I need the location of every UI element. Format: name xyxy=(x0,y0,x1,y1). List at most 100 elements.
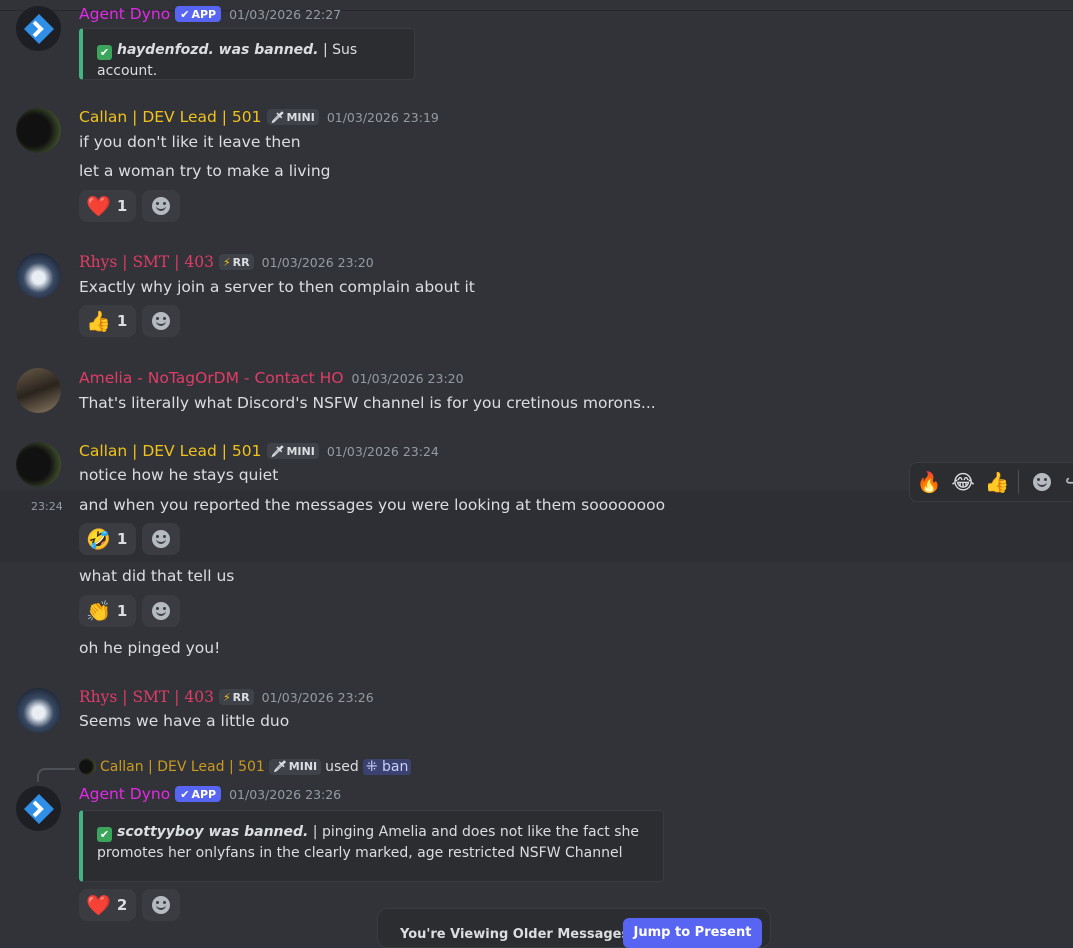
role-tag-label: MINI xyxy=(288,760,318,773)
ban-embed: ✔ haydenfozd. was banned. | Sus account. xyxy=(79,28,415,80)
reaction-count: 2 xyxy=(116,896,128,914)
thumbs-up-reaction-button[interactable]: 👍 xyxy=(984,470,1010,494)
avatar[interactable] xyxy=(16,368,61,413)
timestamp: 01/03/2026 23:20 xyxy=(351,370,464,386)
command-name: ban xyxy=(382,758,409,775)
reaction-clap[interactable]: 👏 1 xyxy=(79,595,137,627)
app-tag-label: APP xyxy=(191,7,217,21)
username[interactable]: Rhys | SMT | 403 xyxy=(79,688,214,706)
command-mention[interactable]: ⁜ ban xyxy=(362,758,412,775)
timestamp: 01/03/2026 23:26 xyxy=(261,689,374,705)
message-header: Rhys | SMT | 403 ⚡ RR 01/03/2026 23:20 xyxy=(79,253,374,271)
smile-icon xyxy=(152,602,170,620)
forward-icon[interactable]: ↪ xyxy=(1065,470,1073,494)
ban-embed: ✔ scottyyboy was banned. | pinging Amelia… xyxy=(79,810,664,882)
timestamp: 01/03/2026 23:19 xyxy=(326,109,439,125)
message-header: Callan | DEV Lead | 501 🗡 MINI 01/03/2026… xyxy=(79,442,439,460)
check-icon: ✔ xyxy=(180,7,190,21)
role-tag-label: RR xyxy=(232,255,250,269)
message-text: and when you reported the messages you w… xyxy=(79,496,666,514)
add-reaction-button[interactable] xyxy=(1027,467,1057,497)
reaction-heart[interactable]: ❤️ 1 xyxy=(79,190,137,222)
embed-bold: scottyyboy was banned. xyxy=(117,824,309,840)
add-reaction-button[interactable] xyxy=(142,595,180,627)
username[interactable]: Callan | DEV Lead | 501 xyxy=(79,442,262,460)
message-text: if you don't like it leave then xyxy=(79,133,301,151)
reaction-rofl[interactable]: 🤣 1 xyxy=(79,523,137,555)
role-tag: ⚡ RR xyxy=(218,254,254,270)
reply-username[interactable]: Callan | DEV Lead | 501 xyxy=(100,759,265,775)
fire-reaction-button[interactable]: 🔥 xyxy=(916,470,942,494)
username[interactable]: Callan | DEV Lead | 501 xyxy=(79,108,262,126)
smile-icon xyxy=(152,312,170,330)
lightning-icon: ⚡ xyxy=(222,255,231,269)
joy-reaction-button[interactable]: 😂 xyxy=(950,470,976,494)
message-header: Agent Dyno ✔ APP 01/03/2026 23:26 xyxy=(79,785,341,803)
grid-icon: ⁜ xyxy=(365,758,378,775)
sword-icon: 🗡 xyxy=(270,444,285,458)
add-reaction-button[interactable] xyxy=(142,305,180,337)
mini-avatar xyxy=(79,758,96,775)
add-reaction-button[interactable] xyxy=(142,190,180,222)
dyno-logo-icon xyxy=(23,13,54,44)
thumbs-up-icon: 👍 xyxy=(86,309,111,333)
lightning-icon: ⚡ xyxy=(222,690,231,704)
toolbar-divider xyxy=(1018,470,1019,494)
reaction-heart[interactable]: ❤️ 2 xyxy=(79,889,137,921)
message-header: Rhys | SMT | 403 ⚡ RR 01/03/2026 23:26 xyxy=(79,688,374,706)
avatar[interactable] xyxy=(16,253,61,298)
embed-bold: haydenfozd. was banned. xyxy=(117,42,319,58)
reply-connector xyxy=(37,768,75,782)
smile-icon xyxy=(152,197,170,215)
sword-icon: 🗡 xyxy=(272,760,287,773)
message-text: oh he pinged you! xyxy=(79,639,221,657)
avatar[interactable] xyxy=(16,786,61,831)
message-header: Callan | DEV Lead | 501 🗡 MINI 01/03/2026… xyxy=(79,108,439,126)
message-header: Amelia - NoTagOrDM - Contact HO 01/03/20… xyxy=(79,369,464,387)
avatar[interactable] xyxy=(16,108,61,153)
app-tag-label: APP xyxy=(191,787,217,801)
smile-icon xyxy=(152,530,170,548)
add-reaction-button[interactable] xyxy=(142,889,180,921)
reply-used-text: used xyxy=(325,758,359,775)
username[interactable]: Rhys | SMT | 403 xyxy=(79,253,214,271)
role-tag: 🗡 MINI xyxy=(266,109,319,125)
username[interactable]: Amelia - NoTagOrDM - Contact HO xyxy=(79,369,344,387)
reaction-thumbs-up[interactable]: 👍 1 xyxy=(79,305,137,337)
timestamp: 01/03/2026 23:20 xyxy=(261,254,374,270)
sword-icon: 🗡 xyxy=(270,110,285,124)
timestamp: 01/03/2026 22:27 xyxy=(229,6,342,22)
timestamp: 01/03/2026 23:24 xyxy=(326,443,439,459)
avatar[interactable] xyxy=(16,6,61,51)
message-text: Seems we have a little duo xyxy=(79,712,290,730)
older-messages-bar: You're Viewing Older Messages Jump to Pr… xyxy=(377,908,771,948)
avatar[interactable] xyxy=(16,442,61,487)
rofl-icon: 🤣 xyxy=(86,527,111,551)
app-tag: ✔ APP xyxy=(175,786,222,802)
role-tag: ⚡ RR xyxy=(218,689,254,705)
jump-to-present-button[interactable]: Jump to Present xyxy=(623,918,762,948)
add-reaction-button[interactable] xyxy=(142,523,180,555)
message-text: let a woman try to make a living xyxy=(79,162,331,180)
username[interactable]: Agent Dyno xyxy=(79,5,170,23)
smile-icon xyxy=(152,896,170,914)
command-reply-header[interactable]: Callan | DEV Lead | 501 🗡 MINI used ⁜ ban xyxy=(79,758,412,775)
heart-icon: ❤️ xyxy=(86,194,111,218)
avatar[interactable] xyxy=(16,688,61,733)
role-tag-label: RR xyxy=(232,690,250,704)
smile-icon xyxy=(1033,473,1051,491)
check-icon: ✔ xyxy=(97,45,112,60)
role-tag: 🗡 MINI xyxy=(266,443,319,459)
message-text: That's literally what Discord's NSFW cha… xyxy=(79,394,656,412)
message-text: notice how he stays quiet xyxy=(79,466,279,484)
reaction-count: 1 xyxy=(116,602,128,620)
reaction-count: 1 xyxy=(116,530,128,548)
older-messages-text: You're Viewing Older Messages xyxy=(400,927,630,942)
heart-icon: ❤️ xyxy=(86,893,111,917)
clap-icon: 👏 xyxy=(86,599,111,623)
role-tag: 🗡 MINI xyxy=(268,758,322,775)
check-icon: ✔ xyxy=(180,787,190,801)
username[interactable]: Agent Dyno xyxy=(79,785,170,803)
role-tag-label: MINI xyxy=(286,110,315,124)
reaction-count: 1 xyxy=(116,197,128,215)
